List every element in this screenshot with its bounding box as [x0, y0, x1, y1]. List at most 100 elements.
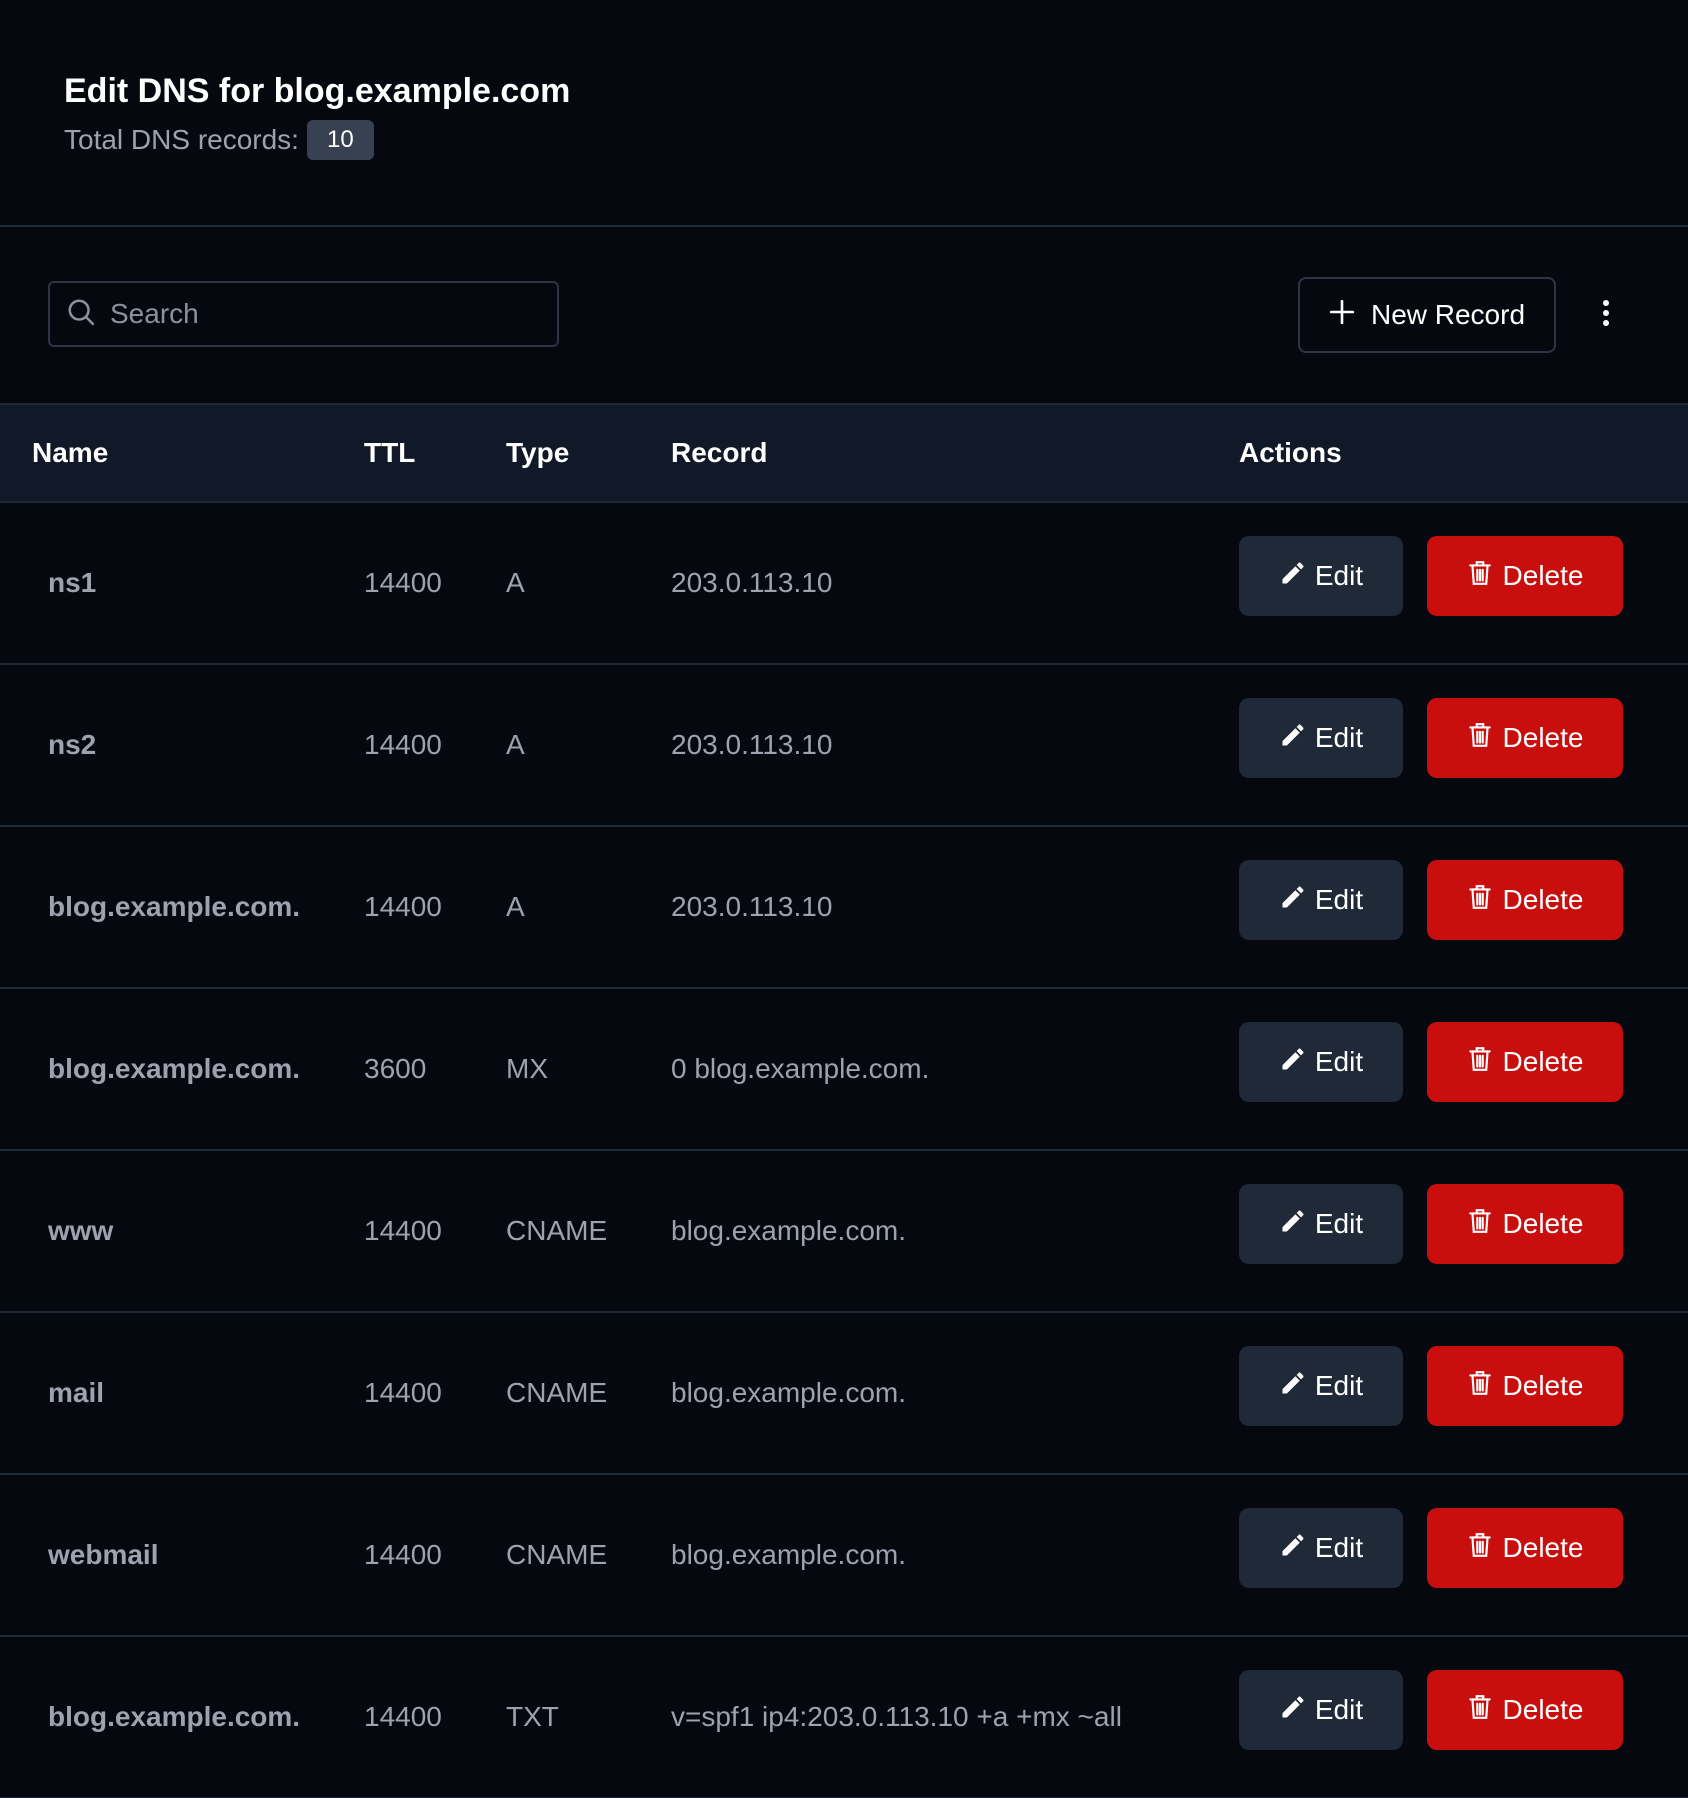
delete-label: Delete — [1502, 1370, 1584, 1401]
table-header: Name TTL Type Record Actions — [0, 404, 1688, 502]
record-name-cell: blog.example.com. — [48, 891, 301, 922]
delete-button[interactable]: Delete — [1427, 1670, 1623, 1750]
edit-button[interactable]: Edit — [1239, 860, 1403, 940]
record-name-cell: webmail — [48, 1539, 159, 1570]
record-ttl-cell: 14400 — [364, 567, 442, 598]
delete-button[interactable]: Delete — [1427, 536, 1623, 616]
record-value-cell: blog.example.com. — [671, 1539, 907, 1570]
record-name-cell: blog.example.com. — [48, 1053, 301, 1084]
pencil-icon — [1279, 1207, 1307, 1242]
table-header-row: Name TTL Type Record Actions — [0, 404, 1688, 502]
record-count-row: Total DNS records: 10 — [64, 120, 1688, 160]
record-value-cell: blog.example.com. — [671, 1377, 907, 1408]
trash-icon — [1467, 1369, 1493, 1404]
edit-button[interactable]: Edit — [1239, 1184, 1403, 1264]
edit-label: Edit — [1314, 722, 1364, 753]
dns-records-table: Name TTL Type Record Actions ns1 14400 A… — [0, 403, 1688, 1798]
record-type-cell: A — [506, 729, 525, 760]
pencil-icon — [1279, 1369, 1307, 1404]
record-actions-cell: Edit Delete — [1239, 502, 1688, 664]
row-actions: Edit Delete — [1239, 1670, 1688, 1750]
column-header-type[interactable]: Type — [506, 404, 671, 502]
record-count-badge: 10 — [306, 120, 374, 160]
record-type-cell: CNAME — [506, 1215, 608, 1246]
record-name-cell: blog.example.com. — [48, 1701, 301, 1732]
delete-label: Delete — [1502, 884, 1584, 915]
table-row: blog.example.com. 3600 MX 0 blog.example… — [0, 988, 1688, 1150]
pencil-icon — [1279, 1045, 1307, 1080]
delete-label: Delete — [1502, 1532, 1584, 1563]
delete-button[interactable]: Delete — [1427, 1022, 1623, 1102]
more-options-button[interactable] — [1586, 287, 1626, 343]
record-type-cell: TXT — [506, 1701, 559, 1732]
row-actions: Edit Delete — [1239, 1184, 1688, 1264]
table-row: www 14400 CNAME blog.example.com. Edit D… — [0, 1150, 1688, 1312]
record-ttl-cell: 14400 — [364, 1701, 442, 1732]
edit-label: Edit — [1314, 1208, 1364, 1239]
record-value-cell: v=spf1 ip4:203.0.113.10 +a +mx ~all — [671, 1701, 1122, 1732]
record-type-cell: A — [506, 891, 525, 922]
edit-button[interactable]: Edit — [1239, 1670, 1403, 1750]
new-record-button[interactable]: New Record — [1298, 277, 1556, 353]
record-name-cell: ns2 — [48, 729, 97, 760]
search-input[interactable] — [108, 297, 557, 331]
trash-icon — [1467, 1693, 1493, 1728]
record-name-cell: ns1 — [48, 567, 97, 598]
edit-button[interactable]: Edit — [1239, 536, 1403, 616]
record-ttl-cell: 14400 — [364, 891, 442, 922]
record-ttl-cell: 3600 — [364, 1053, 427, 1084]
edit-button[interactable]: Edit — [1239, 1508, 1403, 1588]
record-value-cell: 0 blog.example.com. — [671, 1053, 930, 1084]
new-record-label: New Record — [1370, 299, 1526, 330]
record-value-cell: blog.example.com. — [671, 1215, 907, 1246]
edit-label: Edit — [1314, 560, 1364, 591]
pencil-icon — [1279, 1531, 1307, 1566]
table-row: mail 14400 CNAME blog.example.com. Edit … — [0, 1312, 1688, 1474]
edit-label: Edit — [1314, 1694, 1364, 1725]
delete-label: Delete — [1502, 1208, 1584, 1239]
record-type-cell: MX — [506, 1053, 548, 1084]
record-actions-cell: Edit Delete — [1239, 1636, 1688, 1798]
dns-editor-page: Edit DNS for blog.example.com Total DNS … — [0, 0, 1688, 1798]
delete-button[interactable]: Delete — [1427, 1184, 1623, 1264]
column-header-record[interactable]: Record — [671, 404, 1239, 502]
delete-label: Delete — [1502, 1694, 1584, 1725]
row-actions: Edit Delete — [1239, 698, 1688, 778]
edit-button[interactable]: Edit — [1239, 1022, 1403, 1102]
search-box[interactable] — [48, 281, 559, 347]
record-actions-cell: Edit Delete — [1239, 826, 1688, 988]
table-body: ns1 14400 A 203.0.113.10 Edit Delete ns2… — [0, 502, 1688, 1798]
trash-icon — [1467, 1045, 1493, 1080]
record-actions-cell: Edit Delete — [1239, 1474, 1688, 1636]
toolbar: New Record — [0, 227, 1688, 403]
record-value-cell: 203.0.113.10 — [671, 567, 833, 598]
edit-label: Edit — [1314, 1046, 1364, 1077]
edit-button[interactable]: Edit — [1239, 698, 1403, 778]
edit-button[interactable]: Edit — [1239, 1346, 1403, 1426]
trash-icon — [1467, 1207, 1493, 1242]
delete-button[interactable]: Delete — [1427, 698, 1623, 778]
row-actions: Edit Delete — [1239, 536, 1688, 616]
record-name-cell: mail — [48, 1377, 105, 1408]
record-ttl-cell: 14400 — [364, 1215, 442, 1246]
record-type-cell: CNAME — [506, 1377, 608, 1408]
trash-icon — [1467, 721, 1493, 756]
record-ttl-cell: 14400 — [364, 729, 442, 760]
delete-button[interactable]: Delete — [1427, 1508, 1623, 1588]
row-actions: Edit Delete — [1239, 1346, 1688, 1426]
table-row: blog.example.com. 14400 TXT v=spf1 ip4:2… — [0, 1636, 1688, 1798]
record-ttl-cell: 14400 — [364, 1539, 442, 1570]
edit-label: Edit — [1314, 1532, 1364, 1563]
record-ttl-cell: 14400 — [364, 1377, 442, 1408]
column-header-ttl[interactable]: TTL — [364, 404, 506, 502]
edit-label: Edit — [1314, 1370, 1364, 1401]
record-type-cell: CNAME — [506, 1539, 608, 1570]
page-title: Edit DNS for blog.example.com — [64, 72, 571, 110]
delete-button[interactable]: Delete — [1427, 860, 1623, 940]
column-header-name[interactable]: Name — [0, 404, 364, 502]
record-actions-cell: Edit Delete — [1239, 1150, 1688, 1312]
page-header: Edit DNS for blog.example.com Total DNS … — [0, 0, 1688, 227]
delete-button[interactable]: Delete — [1427, 1346, 1623, 1426]
record-name-cell: www — [48, 1215, 114, 1246]
pencil-icon — [1279, 721, 1307, 756]
